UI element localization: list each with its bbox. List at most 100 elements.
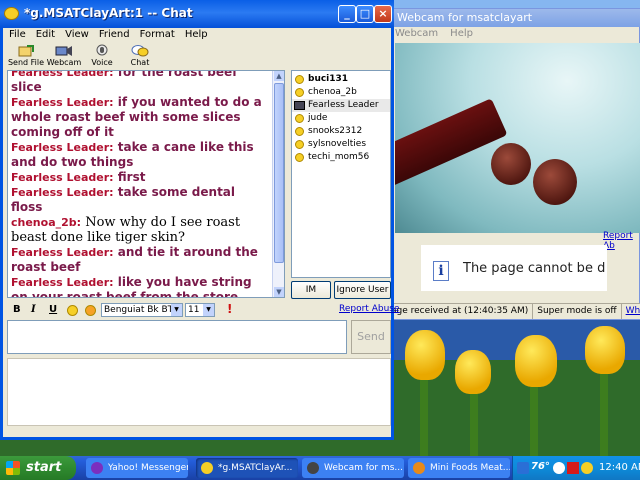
bold-button[interactable]: B (13, 304, 21, 315)
message-sender: Fearless Leader: (11, 276, 114, 289)
taskbar-button[interactable]: Webcam for ms... (302, 458, 404, 478)
antivirus-icon[interactable] (567, 462, 579, 474)
taskbar-label: Yahoo! Messenger (108, 463, 188, 473)
tulip-stem (600, 360, 608, 456)
voice-button[interactable]: Voice (83, 44, 121, 67)
start-button[interactable]: start (0, 456, 76, 480)
clay-slice (533, 159, 577, 205)
start-label: start (26, 460, 62, 475)
system-tray: 76° 12:40 AM (512, 456, 640, 480)
chat-message: chenoa_2b: Now why do I see roast beast … (8, 215, 272, 245)
user-list-item[interactable]: snooks2312 (292, 125, 390, 138)
user-list-item[interactable]: sylsnovelties (292, 138, 390, 151)
chat-titlebar[interactable]: *g.MSATClayArt:1 -- Chat _ □ × (0, 0, 394, 28)
send-button[interactable]: Send (351, 320, 391, 354)
messenger-tray-icon[interactable] (581, 462, 593, 474)
minimize-button[interactable]: _ (338, 5, 356, 23)
menu-view[interactable]: View (65, 29, 89, 43)
maximize-button[interactable]: □ (356, 5, 374, 23)
messenger-icon (4, 7, 19, 20)
emoticon-icon[interactable] (67, 305, 78, 316)
app-icon (307, 462, 319, 474)
user-list-item[interactable]: jude (292, 112, 390, 125)
taskbar-button[interactable]: Yahoo! Messenger (86, 458, 188, 478)
italic-button[interactable]: I (31, 304, 36, 315)
menu-help[interactable]: Help (185, 29, 208, 43)
tulip (585, 326, 625, 374)
user-list[interactable]: buci131 chenoa_2b Fearless Leader jude snook… (291, 70, 391, 278)
chat-label: Chat (130, 58, 150, 67)
clay-cane (395, 98, 508, 188)
user-list-item[interactable]: chenoa_2b (292, 86, 390, 99)
clay-slice (491, 143, 531, 185)
ignore-user-button[interactable]: Ignore User (334, 281, 391, 299)
chat-menubar: File Edit View Friend Format Help (3, 28, 391, 44)
chat-button[interactable]: Chat (121, 44, 159, 67)
chat-scrollbar[interactable]: ▲ ▼ (272, 71, 284, 297)
font-select[interactable]: Benguiat Bk BT ▼ (101, 303, 183, 317)
menu-format[interactable]: Format (140, 29, 175, 43)
weather-temp[interactable]: 76° (531, 461, 550, 472)
chevron-down-icon[interactable]: ▼ (171, 304, 182, 316)
webcam-label: Webcam (46, 58, 82, 67)
scroll-up-icon[interactable]: ▲ (274, 71, 284, 81)
font-size-value: 11 (188, 305, 200, 315)
voice-label: Voice (91, 58, 113, 67)
error-panel: i The page cannot be d (421, 245, 607, 291)
message-input[interactable] (7, 320, 347, 354)
chat-message: Fearless Leader: for the roast beef slic… (8, 70, 272, 95)
format-toolbar: B I U Benguiat Bk BT ▼ 11 ▼ ! Report Abu… (7, 302, 400, 318)
webcam-menu-help[interactable]: Help (450, 28, 473, 40)
webcam-title[interactable]: Webcam for msatclayart (387, 9, 640, 27)
message-sender: Fearless Leader: (11, 141, 114, 154)
message-text: first (117, 170, 146, 184)
message-sender: Fearless Leader: (11, 70, 114, 79)
im-button[interactable]: IM (291, 281, 331, 299)
user-list-item[interactable]: buci131 (292, 73, 390, 86)
smiley-icon (295, 140, 304, 149)
underline-button[interactable]: U (49, 304, 57, 315)
menu-edit[interactable]: Edit (36, 29, 55, 43)
audible-icon[interactable] (85, 305, 96, 316)
user-list-item[interactable]: techi_mom56 (292, 151, 390, 164)
close-button[interactable]: × (374, 5, 392, 23)
chat-toolbar: Send File Webcam Voice Chat (3, 44, 391, 70)
taskbar-button[interactable]: Mini Foods Meat... (408, 458, 510, 478)
send-file-button[interactable]: Send File (7, 44, 45, 67)
webcam-report-link[interactable]: Report Ab (603, 231, 639, 251)
clock: 12:40 AM (599, 462, 640, 473)
font-size-select[interactable]: 11 ▼ (185, 303, 215, 317)
taskbar-label: Webcam for ms... (324, 463, 403, 473)
webcam-menu-webcam[interactable]: Webcam (395, 28, 438, 40)
user-list-item[interactable]: Fearless Leader (292, 99, 390, 112)
report-abuse-link[interactable]: Report Abuse (339, 304, 400, 314)
message-sender: Fearless Leader: (11, 246, 114, 259)
menu-file[interactable]: File (9, 29, 26, 43)
taskbar-button[interactable]: *g.MSATClayAr... (196, 458, 298, 478)
chat-message: Fearless Leader: take a cane like this a… (8, 140, 272, 170)
message-sender: Fearless Leader: (11, 186, 114, 199)
webcam-window[interactable]: Webcam for msatclayart Webcam Help Repor… (386, 8, 640, 320)
windows-logo-icon (6, 461, 20, 475)
taskbar: start Yahoo! Messenger *g.MSATClayAr... We… (0, 456, 640, 480)
buzz-icon[interactable]: ! (227, 302, 232, 316)
message-sender: Fearless Leader: (11, 171, 114, 184)
status-whats-link[interactable]: What's t (622, 304, 640, 319)
chevron-down-icon[interactable]: ▼ (203, 304, 214, 316)
send-file-label: Send File (7, 58, 45, 67)
voice-icon (96, 44, 108, 56)
chat-message: Fearless Leader: if you wanted to do a w… (8, 95, 272, 140)
user-name: chenoa_2b (308, 87, 357, 97)
user-name: snooks2312 (308, 126, 363, 136)
menu-friend[interactable]: Friend (99, 29, 130, 43)
scroll-thumb[interactable] (274, 83, 284, 263)
smiley-icon (295, 153, 304, 162)
chat-icon (131, 45, 149, 57)
chat-log[interactable]: Fearless Leader: for the roast beef slic… (7, 70, 285, 298)
chat-window[interactable]: *g.MSATClayArt:1 -- Chat _ □ × File Edit… (0, 0, 400, 440)
network-icon[interactable] (517, 462, 529, 474)
webcam-button[interactable]: Webcam (45, 44, 83, 67)
scroll-down-icon[interactable]: ▼ (274, 287, 284, 297)
info-icon: i (433, 261, 449, 281)
shield-icon[interactable] (553, 462, 565, 474)
